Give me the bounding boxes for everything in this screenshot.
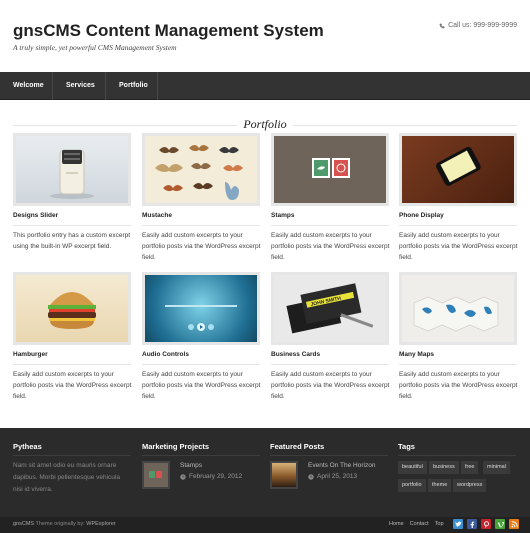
- audio-controls-image[interactable]: [142, 272, 260, 345]
- portfolio-item-excerpt: This portfolio entry has a custom excerp…: [13, 232, 131, 250]
- tag-theme[interactable]: theme: [428, 479, 452, 492]
- divider: [142, 455, 260, 456]
- portfolio-item-excerpt: Easily add custom excerpts to your portf…: [13, 371, 132, 400]
- portfolio-item-excerpt: Easily add custom excerpts to your portf…: [271, 232, 390, 261]
- phone-illustration: [436, 146, 481, 186]
- mustache-illustration: [155, 145, 243, 200]
- portfolio-item-title[interactable]: Hamburger: [13, 351, 48, 358]
- site-footer: Pytheas Nam sit amet odio eu mauris orna…: [0, 428, 530, 517]
- stamps-thumb-illustration: [149, 471, 162, 478]
- mustache-image[interactable]: [142, 133, 260, 206]
- clock-icon: [180, 473, 186, 480]
- marketing-post-title[interactable]: Stamps: [180, 462, 202, 469]
- portfolio-item-excerpt: Easily add custom excerpts to your portf…: [399, 232, 518, 261]
- facebook-icon[interactable]: [467, 519, 477, 529]
- main-nav: Welcome Services Portfolio: [0, 72, 530, 100]
- business-cards-illustration: JOHN SMITH: [286, 283, 374, 334]
- portfolio-item-title[interactable]: Designs Slider: [13, 212, 58, 219]
- divider: [398, 455, 516, 456]
- divider: [13, 455, 131, 456]
- nav-item-services[interactable]: Services: [53, 72, 106, 100]
- divider: [399, 364, 517, 365]
- footer-about-title: Pytheas: [13, 442, 42, 451]
- nav-item-welcome[interactable]: Welcome: [0, 72, 53, 100]
- tag-wordpress[interactable]: wordpress: [453, 479, 487, 492]
- portfolio-item-title[interactable]: Phone Display: [399, 212, 444, 219]
- portfolio-item-excerpt: Easily add custom excerpts to your portf…: [399, 371, 518, 400]
- divider: [13, 364, 131, 365]
- footer-featured-title: Featured Posts: [270, 442, 325, 451]
- twitter-icon[interactable]: [453, 519, 463, 529]
- hamburger-image[interactable]: [13, 272, 131, 345]
- marketing-post-date-text: February 29, 2012: [189, 473, 243, 480]
- featured-post-date-text: April 25, 2013: [317, 473, 358, 480]
- marketing-post-thumbnail[interactable]: [142, 461, 170, 489]
- audio-controls-illustration: [165, 305, 237, 331]
- portfolio-item-title[interactable]: Stamps: [271, 212, 294, 219]
- business-cards-image[interactable]: JOHN SMITH: [271, 272, 389, 345]
- copyright-link[interactable]: WPExplorer: [86, 521, 115, 527]
- maps-illustration: [413, 296, 499, 332]
- copyright-brand: gnsCMS: [13, 521, 35, 527]
- pinterest-icon[interactable]: [481, 519, 491, 529]
- divider: [399, 225, 517, 226]
- divider: [271, 364, 389, 365]
- clock-icon: [308, 473, 314, 480]
- hamburger-illustration: [48, 292, 96, 329]
- call-us: Call us: 999-999-9999: [439, 22, 517, 29]
- featured-post-thumbnail[interactable]: [270, 461, 298, 489]
- social-links: [453, 519, 519, 529]
- footer-link-top[interactable]: Top: [435, 521, 444, 527]
- stamps-illustration: [312, 158, 350, 178]
- footer-link-contact[interactable]: Contact: [410, 521, 429, 527]
- toaster-image[interactable]: [13, 133, 131, 206]
- portfolio-item-excerpt: Easily add custom excerpts to your portf…: [142, 371, 261, 400]
- portfolio-item-excerpt: Easily add custom excerpts to your portf…: [271, 371, 390, 400]
- bottom-bar: gnsCMS Theme originally by: WPExplorer H…: [0, 517, 530, 533]
- portfolio-item-title[interactable]: Business Cards: [271, 351, 320, 358]
- marketing-post-date: February 29, 2012: [180, 473, 242, 480]
- site-title[interactable]: gnsCMS Content Management System: [13, 21, 324, 41]
- portfolio-item-title[interactable]: Audio Controls: [142, 351, 189, 358]
- tag-beautiful[interactable]: beautiful: [398, 461, 427, 474]
- stamps-image[interactable]: [271, 133, 389, 206]
- footer-links: Home Contact Top: [389, 521, 444, 527]
- toaster-illustration: [50, 149, 94, 199]
- portfolio-item-excerpt: Easily add custom excerpts to your portf…: [142, 232, 261, 261]
- rss-icon[interactable]: [509, 519, 519, 529]
- tag-minimal[interactable]: minimal: [483, 461, 510, 474]
- tag-business[interactable]: business: [429, 461, 459, 474]
- footer-marketing-title: Marketing Projects: [142, 442, 210, 451]
- site-header: gnsCMS Content Management System A truly…: [0, 0, 530, 72]
- copyright-text: Theme originally by:: [34, 521, 87, 527]
- portfolio-item-title[interactable]: Many Maps: [399, 351, 434, 358]
- page-title: Portfolio: [0, 117, 530, 132]
- tag-portfolio[interactable]: portfolio: [398, 479, 426, 492]
- footer-tags-title: Tags: [398, 442, 415, 451]
- phone-icon: [439, 23, 445, 28]
- footer-about-text: Nam sit amet odio eu mauris ornare dapib…: [13, 462, 120, 493]
- footer-link-home[interactable]: Home: [389, 521, 404, 527]
- tag-free[interactable]: free: [461, 461, 479, 474]
- page-title-text: Portfolio: [237, 117, 293, 131]
- vimeo-icon[interactable]: [495, 519, 505, 529]
- featured-post-date: April 25, 2013: [308, 473, 357, 480]
- divider: [142, 364, 260, 365]
- nav-item-portfolio[interactable]: Portfolio: [106, 72, 158, 100]
- copyright: gnsCMS Theme originally by: WPExplorer: [13, 521, 116, 527]
- maps-image[interactable]: [399, 272, 517, 345]
- phone-image[interactable]: [399, 133, 517, 206]
- site-tagline: A truly simple, yet powerful CMS Managem…: [13, 43, 177, 52]
- featured-post-title[interactable]: Events On The Horizon: [308, 462, 375, 469]
- divider: [271, 225, 389, 226]
- divider: [270, 455, 388, 456]
- divider: [13, 225, 131, 226]
- call-us-text: Call us: 999-999-9999: [448, 22, 517, 29]
- divider: [142, 225, 260, 226]
- portfolio-item-title[interactable]: Mustache: [142, 212, 172, 219]
